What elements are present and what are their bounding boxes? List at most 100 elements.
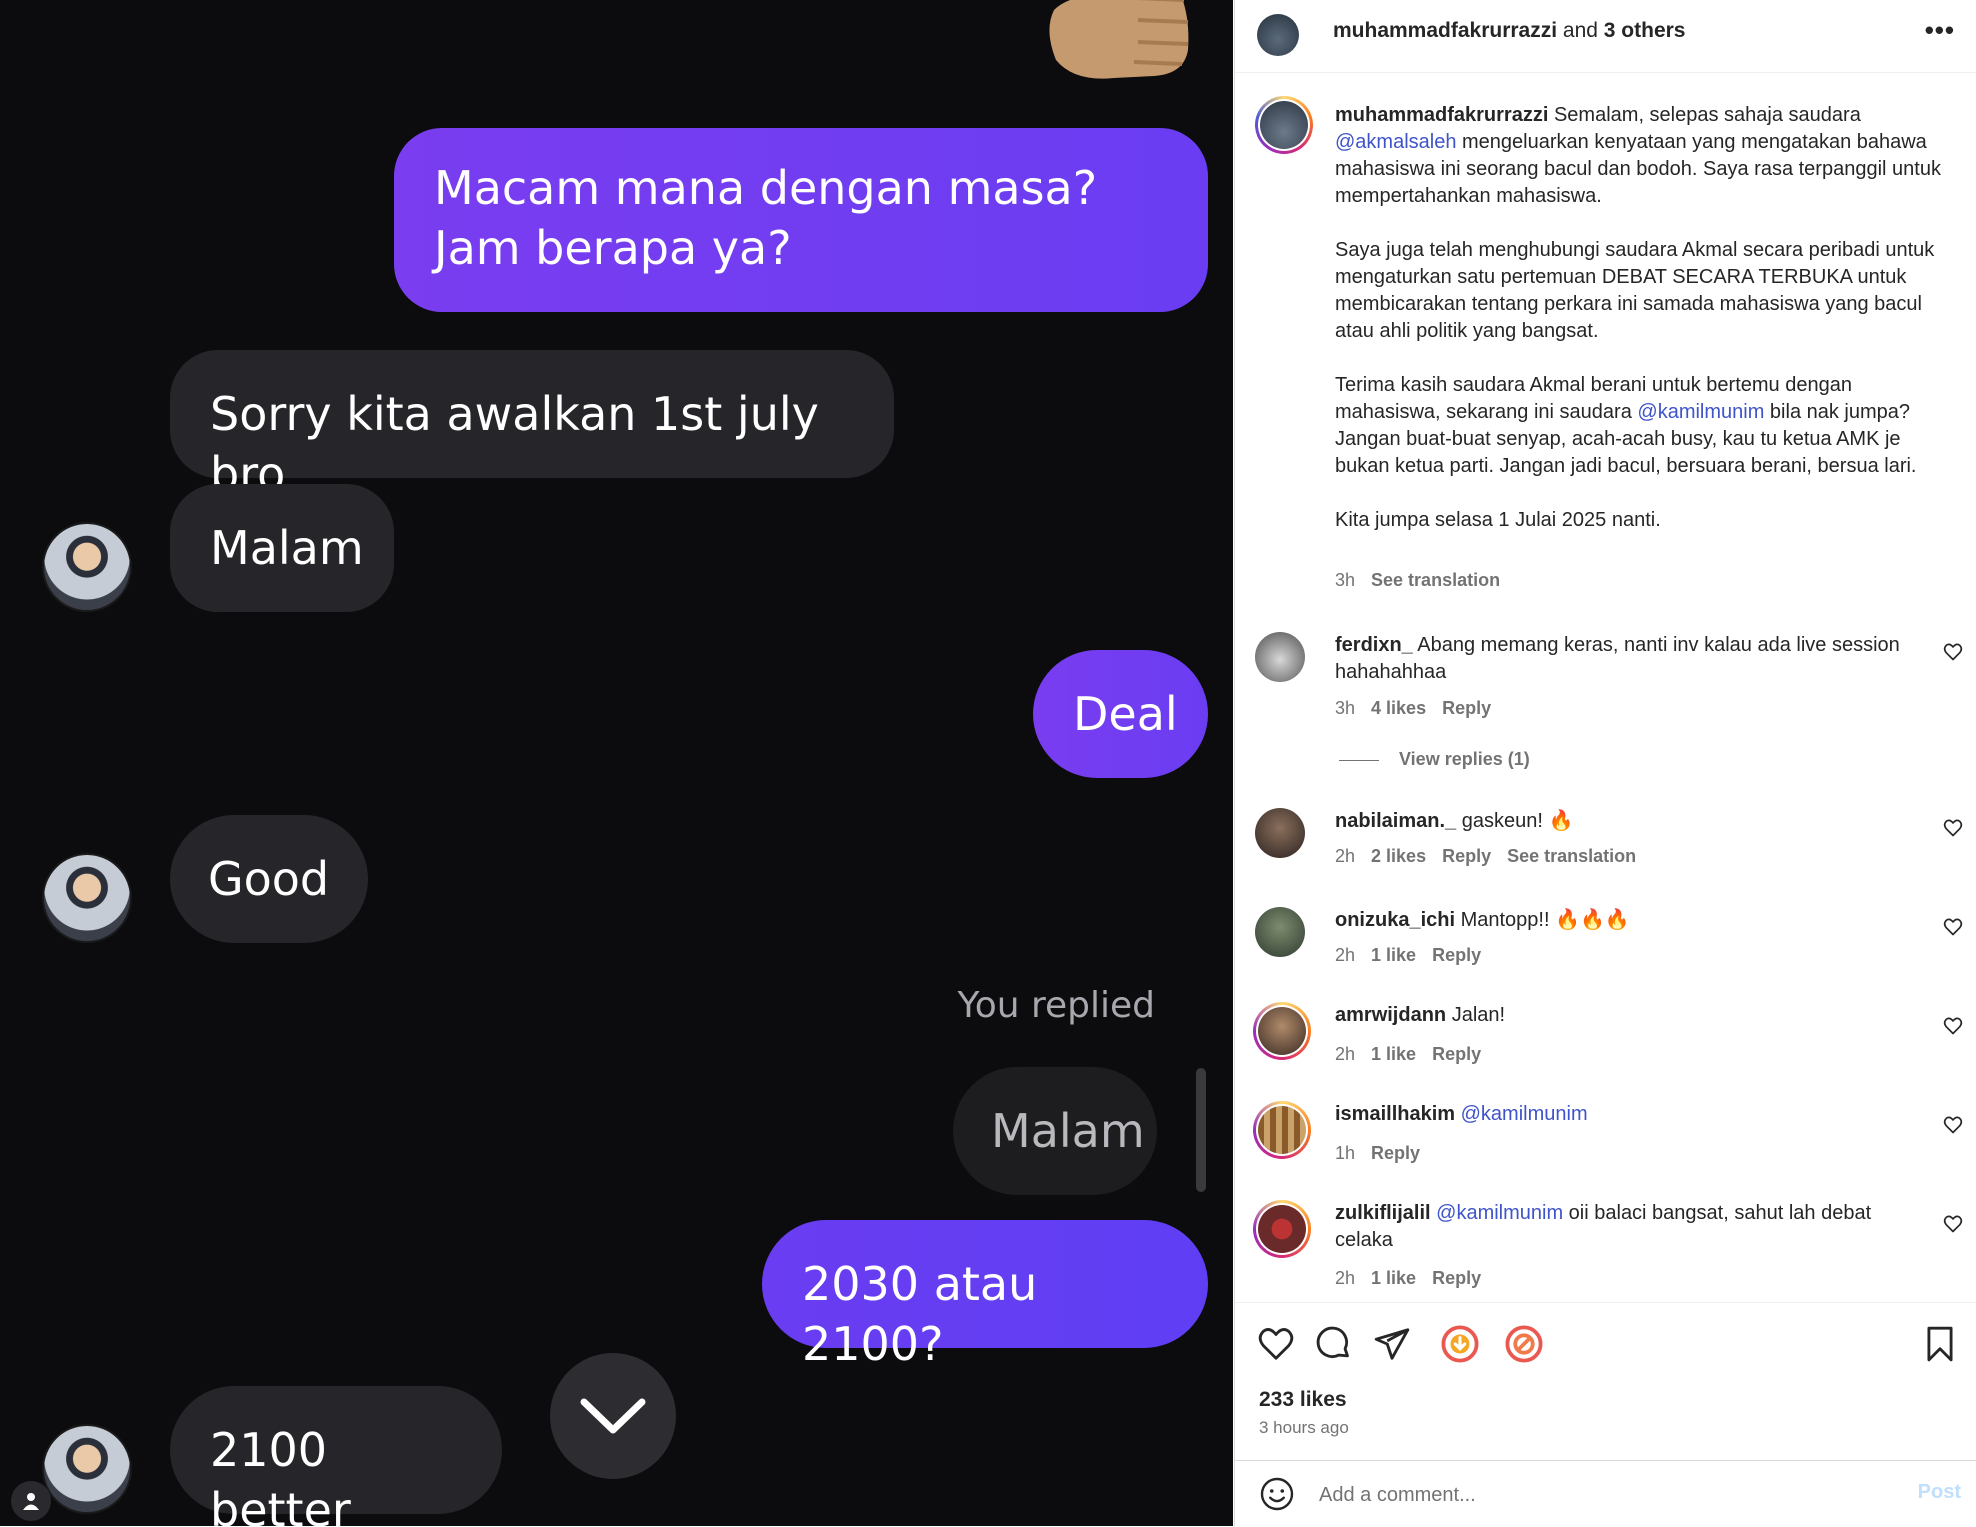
comment-text: amrwijdann Jalan! — [1335, 1002, 1915, 1029]
scrollbar[interactable] — [1196, 1068, 1206, 1192]
mention-link[interactable]: @kamilmunim — [1637, 401, 1764, 423]
remix-icon[interactable] — [1441, 1325, 1479, 1363]
reply-button[interactable]: Reply — [1432, 1268, 1481, 1288]
comment-meta: 2h 1 like Reply — [1335, 1044, 1497, 1065]
reply-button[interactable]: Reply — [1432, 945, 1481, 965]
mention-link[interactable]: @akmalsaleh — [1335, 131, 1456, 153]
comment-meta: 2h 2 likes Reply See translation — [1335, 846, 1652, 867]
comment-username[interactable]: amrwijdann — [1335, 1004, 1446, 1026]
chat-screenshot: Macam mana dengan masa? Jam berapa ya? S… — [0, 0, 1233, 1526]
message-outgoing[interactable]: Macam mana dengan masa? Jam berapa ya? — [394, 128, 1208, 312]
others-link[interactable]: 3 others — [1604, 19, 1686, 42]
commenter-avatar[interactable] — [1253, 1101, 1311, 1159]
profile-button[interactable] — [11, 1481, 51, 1521]
post-time: 3 hours ago — [1259, 1418, 1349, 1437]
heart-icon[interactable] — [1943, 1214, 1963, 1234]
caption-time: 3h — [1335, 570, 1356, 590]
emoji-icon[interactable] — [1259, 1476, 1295, 1512]
share-icon[interactable] — [1373, 1325, 1411, 1363]
scroll-down-button[interactable] — [550, 1353, 676, 1479]
post-authors[interactable]: muhammadfakrurrazzi and 3 others — [1333, 19, 1686, 43]
message-incoming[interactable]: Malam — [170, 484, 394, 612]
comment-meta: 2h 1 like Reply — [1335, 1268, 1497, 1289]
message-text: Deal — [1073, 687, 1178, 741]
comment-body: gaskeun! 🔥 — [1461, 810, 1574, 832]
comment-likes[interactable]: 2 likes — [1371, 846, 1426, 866]
action-bar — [1235, 1302, 1976, 1363]
reply-button[interactable]: Reply — [1442, 846, 1491, 866]
caption-text: Kita jumpa selasa 1 Julai 2025 nanti. — [1335, 509, 1661, 531]
comment-meta: 2h 1 like Reply — [1335, 945, 1497, 966]
comment-likes[interactable]: 1 like — [1371, 1268, 1416, 1288]
sender-avatar[interactable] — [42, 522, 132, 612]
mention-link[interactable]: @kamilmunim — [1461, 1103, 1588, 1125]
heart-icon[interactable] — [1943, 917, 1963, 937]
caption-username[interactable]: muhammadfakrurrazzi — [1335, 104, 1548, 126]
message-incoming[interactable]: 2100 better — [170, 1386, 502, 1526]
comment-body: Mantopp!! 🔥🔥🔥 — [1460, 909, 1630, 931]
caption-text: Semalam, selepas sahaja saudara — [1553, 104, 1867, 126]
save-icon[interactable] — [1921, 1325, 1959, 1363]
mention-link[interactable]: @kamilmunim — [1436, 1202, 1563, 1224]
heart-icon[interactable] — [1943, 642, 1963, 662]
comment-username[interactable]: nabilaiman._ — [1335, 810, 1456, 832]
see-translation-link[interactable]: See translation — [1371, 570, 1500, 590]
commenter-avatar[interactable] — [1253, 1002, 1311, 1060]
comment-icon[interactable] — [1315, 1325, 1353, 1363]
heart-icon[interactable] — [1943, 1016, 1963, 1036]
commenter-avatar[interactable] — [1255, 808, 1305, 858]
message-text: Malam — [210, 521, 364, 575]
message-incoming[interactable]: Sorry kita awalkan 1st july bro — [170, 350, 894, 501]
sender-avatar[interactable] — [42, 1424, 132, 1514]
view-replies-button[interactable]: View replies (1) — [1339, 749, 1530, 770]
commenter-avatar[interactable] — [1255, 907, 1305, 957]
heart-icon[interactable] — [1943, 818, 1963, 838]
comment-likes[interactable]: 1 like — [1371, 1044, 1416, 1064]
heart-icon[interactable] — [1257, 1325, 1295, 1363]
message-text: Malam — [991, 1104, 1145, 1158]
comment-input[interactable] — [1317, 1479, 1841, 1511]
caption-meta: 3h See translation — [1335, 570, 1516, 591]
comment-text: nabilaiman._ gaskeun! 🔥 — [1335, 808, 1915, 835]
remix-icon[interactable] — [1505, 1325, 1543, 1363]
message-outgoing[interactable]: Deal — [1033, 650, 1208, 778]
comment-text: onizuka_ichi Mantopp!! 🔥🔥🔥 — [1335, 907, 1915, 934]
message-incoming[interactable]: Good — [170, 815, 368, 943]
reply-button[interactable]: Reply — [1442, 698, 1491, 718]
comment-meta: 1h Reply — [1335, 1143, 1436, 1164]
comment-body: Abang memang keras, nanti inv kalau ada … — [1335, 634, 1900, 683]
message-text: 2100 better — [210, 1423, 351, 1526]
message-outgoing[interactable]: 2030 atau 2100? — [762, 1220, 1208, 1371]
comment-username[interactable]: zulkiflijalil — [1335, 1202, 1431, 1224]
quoted-message[interactable]: Malam — [953, 1067, 1157, 1195]
author-avatar[interactable] — [1257, 14, 1299, 56]
reply-button[interactable]: Reply — [1371, 1143, 1420, 1163]
post-button[interactable]: Post — [1918, 1481, 1961, 1504]
comment-text: zulkiflijalil @kamilmunim oii balaci ban… — [1335, 1200, 1915, 1254]
comment-time: 3h — [1335, 698, 1356, 718]
post-caption: muhammadfakrurrazzi Semalam, selepas sah… — [1335, 102, 1945, 534]
more-icon[interactable]: ••• — [1925, 17, 1955, 43]
see-translation-link[interactable]: See translation — [1507, 846, 1636, 866]
comment-username[interactable]: ismaillhakim — [1335, 1103, 1455, 1125]
comment-username[interactable]: onizuka_ichi — [1335, 909, 1455, 931]
reply-button[interactable]: Reply — [1432, 1044, 1481, 1064]
post-header: muhammadfakrurrazzi and 3 others ••• — [1235, 0, 1976, 73]
screen: Macam mana dengan masa? Jam berapa ya? S… — [0, 0, 1976, 1526]
comment-time: 2h — [1335, 846, 1356, 866]
comment-likes[interactable]: 4 likes — [1371, 698, 1426, 718]
commenter-avatar[interactable] — [1255, 632, 1305, 682]
comment-time: 2h — [1335, 1268, 1356, 1288]
comment-time: 2h — [1335, 1044, 1356, 1064]
sender-avatar[interactable] — [42, 853, 132, 943]
heart-icon[interactable] — [1943, 1115, 1963, 1135]
comment-username[interactable]: ferdixn_ — [1335, 634, 1413, 656]
comment-time: 2h — [1335, 945, 1356, 965]
like-count[interactable]: 233 likes — [1259, 1388, 1347, 1412]
and-text: and — [1557, 19, 1604, 42]
commenter-avatar[interactable] — [1253, 1200, 1311, 1258]
person-icon — [23, 1493, 39, 1510]
comment-likes[interactable]: 1 like — [1371, 945, 1416, 965]
author-username[interactable]: muhammadfakrurrazzi — [1333, 19, 1557, 42]
caption-avatar[interactable] — [1255, 96, 1313, 154]
